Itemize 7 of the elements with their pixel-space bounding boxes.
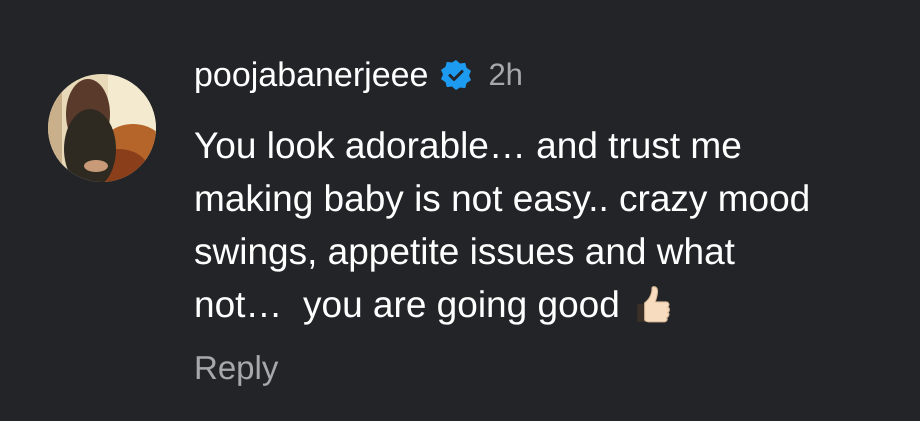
comment-text: swings, appetite issues and what <box>194 230 735 274</box>
comment-text: not… you are going good <box>194 283 620 327</box>
username[interactable]: poojabanerjeee <box>194 57 428 93</box>
reply-link[interactable]: Reply <box>194 350 278 386</box>
comment-text: You look adorable… and trust me <box>194 124 742 168</box>
timestamp: 2h <box>488 57 523 93</box>
comment-text: making baby is not easy.. crazy mood <box>194 177 810 221</box>
